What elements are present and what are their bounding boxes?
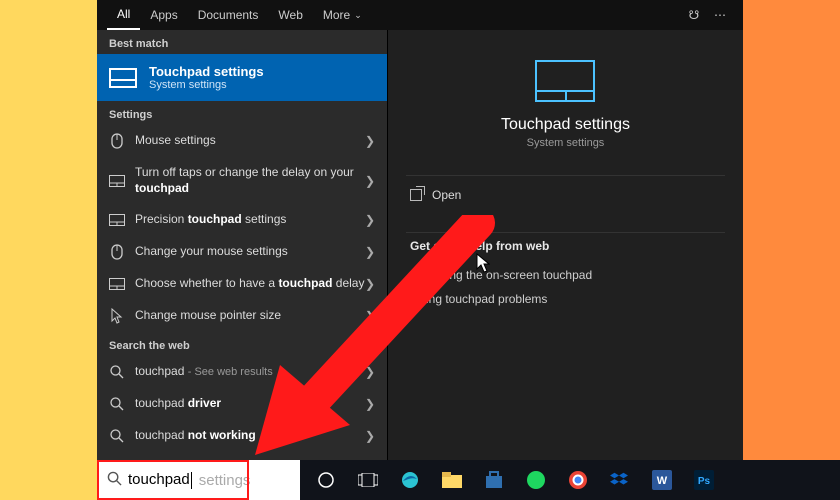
- chevron-right-icon: ❯: [365, 365, 375, 379]
- tab-documents[interactable]: Documents: [188, 0, 269, 30]
- explorer-icon[interactable]: [432, 460, 472, 500]
- mouse-icon: [109, 244, 125, 260]
- web-result[interactable]: touchpad - See web results ❯: [97, 356, 387, 388]
- preview-title: Touchpad settings: [501, 116, 630, 134]
- result-text: Mouse settings: [135, 133, 216, 149]
- web-section-label: Search the web: [97, 332, 387, 356]
- taskview-icon[interactable]: [348, 460, 388, 500]
- chevron-right-icon: ❯: [365, 245, 375, 259]
- result-text: touchpad not working: [135, 428, 256, 444]
- best-match-result[interactable]: Touchpad settings System settings: [97, 54, 387, 101]
- chevron-right-icon: ❯: [365, 429, 375, 443]
- cursor-icon: [109, 308, 125, 324]
- search-icon: [109, 428, 125, 444]
- preview-panel: Touchpad settings System settings Open G…: [387, 30, 743, 460]
- search-icon: [107, 471, 122, 490]
- web-result[interactable]: touchpad settings❯: [97, 452, 387, 460]
- preview-subtitle: System settings: [501, 137, 630, 149]
- result-text: touchpad - See web results: [135, 364, 273, 380]
- settings-result[interactable]: Change your mouse settings ❯: [97, 236, 387, 268]
- photoshop-icon[interactable]: Ps: [684, 460, 724, 500]
- chevron-right-icon: ❯: [365, 309, 375, 323]
- result-text: Choose whether to have a touchpad delay: [135, 276, 364, 292]
- taskbar: W Ps: [300, 460, 840, 500]
- settings-result[interactable]: Change mouse pointer size ❯: [97, 300, 387, 332]
- results-panel: Best match Touchpad settings System sett…: [97, 30, 387, 460]
- touchpad-large-icon: [535, 60, 595, 102]
- tab-all[interactable]: All: [107, 0, 140, 30]
- result-text: Change your mouse settings: [135, 244, 288, 260]
- touchpad-icon: [109, 276, 125, 292]
- web-help-header: Get quick help from web: [410, 239, 721, 253]
- mouse-cursor-icon: [476, 253, 490, 273]
- mouse-icon: [109, 133, 125, 149]
- tab-more[interactable]: More ⌄: [313, 0, 372, 30]
- settings-result[interactable]: Precision touchpad settings ❯: [97, 204, 387, 236]
- touchpad-icon: [109, 173, 125, 189]
- search-suggestion-ghost: settings: [199, 472, 251, 489]
- chevron-down-icon: ⌄: [354, 10, 362, 21]
- store-icon[interactable]: [474, 460, 514, 500]
- settings-section-label: Settings: [97, 101, 387, 125]
- touchpad-icon: [109, 68, 137, 88]
- web-result[interactable]: touchpad driver ❯: [97, 388, 387, 420]
- settings-result[interactable]: Turn off taps or change the delay on you…: [97, 157, 387, 204]
- search-icon: [109, 396, 125, 412]
- svg-text:W: W: [657, 475, 668, 487]
- web-result[interactable]: touchpad not working ❯: [97, 420, 387, 452]
- open-icon: [410, 189, 422, 201]
- result-text: Change mouse pointer size: [135, 308, 281, 324]
- result-text: Precision touchpad settings: [135, 212, 286, 228]
- result-text: Turn off taps or change the delay on you…: [135, 165, 365, 196]
- best-match-label: Best match: [97, 30, 387, 54]
- spotify-icon[interactable]: [516, 460, 556, 500]
- edge-icon[interactable]: [390, 460, 430, 500]
- best-match-title: Touchpad settings: [149, 64, 264, 79]
- tab-apps[interactable]: Apps: [140, 0, 187, 30]
- chevron-right-icon: ❯: [365, 213, 375, 227]
- best-match-subtitle: System settings: [149, 79, 264, 91]
- dropbox-icon[interactable]: [600, 460, 640, 500]
- chevron-right-icon: ❯: [365, 134, 375, 148]
- chevron-right-icon: ❯: [365, 397, 375, 411]
- chevron-right-icon: ❯: [365, 277, 375, 291]
- settings-result[interactable]: Mouse settings ❯: [97, 125, 387, 157]
- search-typed-text: touchpad: [128, 471, 193, 489]
- feedback-icon[interactable]: ☋: [681, 8, 707, 22]
- chrome-icon[interactable]: [558, 460, 598, 500]
- settings-result[interactable]: Choose whether to have a touchpad delay❯: [97, 268, 387, 300]
- web-help-link[interactable]: Operating the on-screen touchpad: [410, 263, 721, 287]
- overflow-icon[interactable]: ⋯: [707, 8, 733, 22]
- search-filter-tabs: All Apps Documents Web More ⌄ ☋ ⋯: [97, 0, 743, 30]
- result-text: touchpad driver: [135, 396, 221, 412]
- cortana-icon[interactable]: [306, 460, 346, 500]
- start-search-window: All Apps Documents Web More ⌄ ☋ ⋯ Best m…: [97, 0, 743, 500]
- open-action[interactable]: Open: [388, 176, 743, 214]
- word-icon[interactable]: W: [642, 460, 682, 500]
- search-icon: [109, 364, 125, 380]
- touchpad-icon: [109, 212, 125, 228]
- chevron-right-icon: ❯: [365, 174, 375, 188]
- web-help-link[interactable]: Fixing touchpad problems: [410, 287, 721, 311]
- svg-text:Ps: Ps: [698, 476, 711, 487]
- tab-web[interactable]: Web: [268, 0, 312, 30]
